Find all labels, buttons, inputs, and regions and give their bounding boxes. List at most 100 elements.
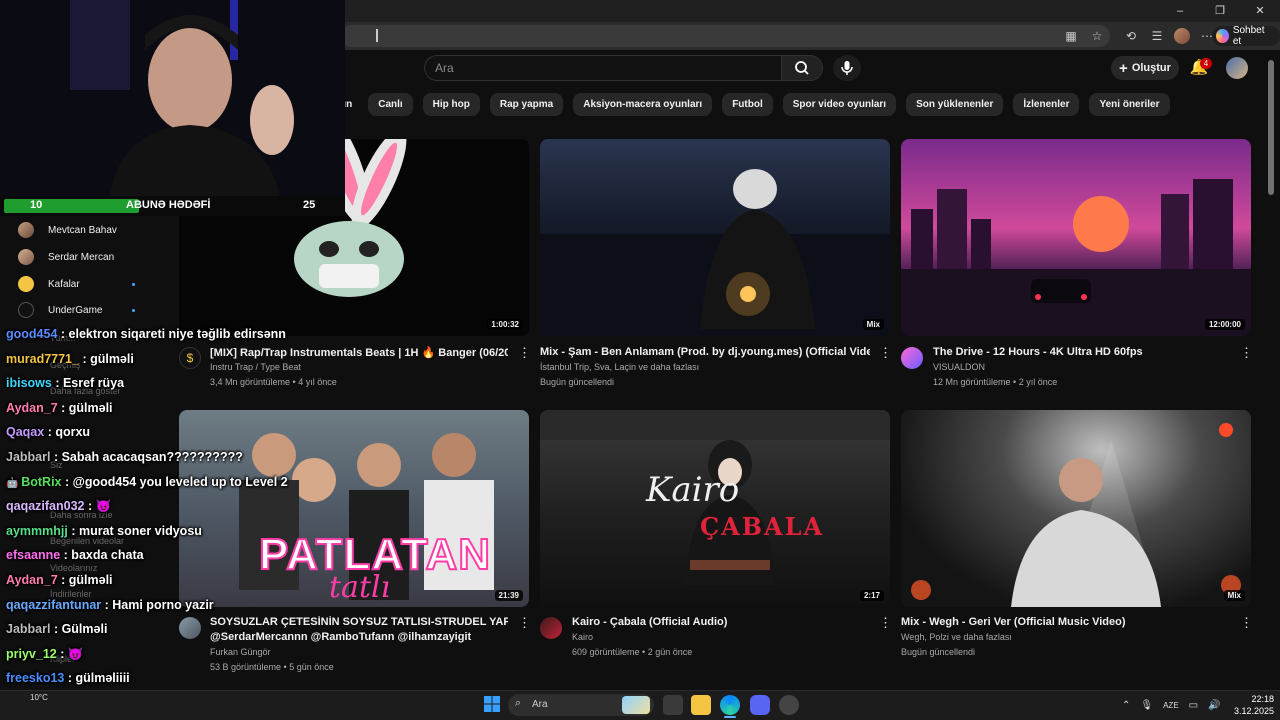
chat-text: : 😈 — [56, 646, 84, 661]
video-title[interactable]: Mix - Wegh - Geri Ver (Official Music Vi… — [901, 616, 1231, 628]
chip-filter[interactable]: Hip hop — [422, 93, 480, 116]
search-button[interactable] — [781, 55, 823, 81]
display-icon[interactable]: ▭ — [1189, 700, 1198, 711]
video-title[interactable]: The Drive - 12 Hours - 4K Ultra HD 60fps — [933, 346, 1233, 358]
video-thumbnail[interactable]: Mix — [540, 139, 890, 336]
video-meta: 3,4 Mn görüntüleme • 4 yıl önce — [210, 377, 337, 387]
sidebar-item-subscription[interactable]: Kafalar — [18, 274, 80, 294]
chip-filter[interactable]: Son yüklenenler — [906, 93, 1004, 116]
video-title[interactable]: SOYSUZLAR ÇETESİNİN SOYSUZ TATLISI-STRUD… — [210, 616, 508, 628]
app-available-icon[interactable]: ▦ — [1062, 27, 1080, 45]
video-title[interactable]: Mix - Şam - Ben Anlamam (Prod. by dj.you… — [540, 346, 870, 358]
video-options-icon[interactable]: ⋮ — [518, 615, 531, 631]
clock-date: 3.12.2025 — [1233, 706, 1274, 716]
chat-text: : Gülməli — [50, 622, 108, 637]
search-input[interactable]: Ara — [424, 55, 782, 81]
toolbar-icons: ▦ ☆ ⟲ ☰ ⋯ — [1062, 27, 1216, 45]
language-indicator[interactable]: AZE — [1163, 701, 1179, 710]
subscriber-goal-bar: 10 ABUNƏ HƏDƏFİ 25 — [0, 196, 345, 216]
video-channel[interactable]: Furkan Güngör — [210, 647, 271, 657]
plus-icon: + — [1119, 59, 1128, 77]
voice-search-button[interactable] — [833, 55, 861, 81]
chat-username: good454 — [6, 327, 58, 341]
video-channel[interactable]: Instru Trap / Type Beat — [210, 362, 301, 372]
extensions-icon[interactable]: ⟲ — [1122, 27, 1140, 45]
sidebar-item[interactable]: Videolarınız — [50, 563, 97, 573]
concert-singer-illustration-icon — [911, 423, 1241, 607]
file-explorer-icon[interactable] — [691, 695, 711, 715]
video-thumbnail[interactable]: 12:00:00 — [901, 139, 1251, 336]
video-meta: Bugün güncellendi — [901, 647, 976, 657]
chat-username: murad7771_ — [6, 351, 79, 366]
chip-filter[interactable]: Aksiyon-macera oyunları — [573, 93, 713, 116]
taskbar-clock[interactable]: 22:18 3.12.2025 — [1228, 693, 1274, 717]
chat-message: efsaanne : baxda chata — [6, 548, 144, 562]
channel-avatar[interactable]: $ — [179, 347, 201, 369]
chat-message: priyv_12 : 😈 — [6, 647, 83, 662]
channel-avatar — [18, 302, 34, 318]
channel-avatar — [18, 276, 34, 292]
chat-username: ibisows — [6, 376, 52, 391]
page-scrollbar[interactable] — [1268, 60, 1274, 195]
chat-message: aymmmhjj : murat soner vidyosu — [6, 524, 202, 538]
edge-browser-icon[interactable] — [720, 695, 740, 715]
discord-icon[interactable] — [750, 695, 770, 715]
windows-start-icon[interactable] — [483, 695, 501, 713]
video-channel[interactable]: VISUALDON — [933, 362, 985, 372]
hooded-man-illustration-icon — [540, 169, 890, 336]
video-channel[interactable]: Wegh, Polzi ve daha fazlası — [901, 632, 1012, 642]
chat-message: qaqazzifantunar : Hami porno yazir — [6, 598, 214, 612]
video-options-icon[interactable]: ⋮ — [518, 345, 531, 361]
chat-message: qaqazifan032 : 😈 — [6, 499, 111, 514]
copilot-button[interactable]: Sohbet et — [1212, 25, 1280, 47]
channel-avatar — [18, 222, 34, 238]
profile-avatar[interactable] — [1174, 28, 1190, 44]
video-duration: Mix — [1223, 590, 1245, 601]
video-title[interactable]: Kairo - Çabala (Official Audio) — [572, 616, 870, 628]
task-view-icon[interactable] — [663, 695, 683, 715]
chat-text: : Sabah acacaqsan?????????? — [50, 450, 243, 464]
minimize-button[interactable]: – — [1160, 0, 1200, 22]
video-thumbnail[interactable]: Mix — [901, 410, 1251, 607]
search-highlight-icon — [622, 696, 650, 714]
channel-avatar[interactable] — [540, 617, 562, 639]
filter-chips: un Canlı Hip hop Rap yapma Aksiyon-macer… — [340, 93, 1170, 116]
chip-filter[interactable]: Yeni öneriler — [1089, 93, 1170, 116]
chevron-up-icon[interactable]: ⌃ — [1122, 700, 1130, 711]
video-channel[interactable]: Kairo — [572, 632, 593, 642]
video-title[interactable]: [MIX] Rap/Trap Instrumentals Beats | 1H … — [210, 346, 508, 359]
channel-avatar[interactable] — [901, 347, 923, 369]
video-options-icon[interactable]: ⋮ — [879, 345, 892, 361]
chip-filter[interactable]: İzlenenler — [1013, 93, 1080, 116]
address-bar[interactable] — [340, 25, 1110, 47]
chip-filter[interactable]: Spor video oyunları — [782, 93, 897, 116]
sidebar-item-subscription[interactable]: Serdar Mercan — [18, 247, 114, 267]
video-thumbnail[interactable]: PATLATAN tatlı 21:39 — [179, 410, 529, 607]
chat-message: Aydan_7 : gülməli — [6, 573, 113, 587]
video-options-icon[interactable]: ⋮ — [1240, 615, 1253, 631]
close-window-button[interactable]: ✕ — [1240, 0, 1280, 22]
video-thumbnail[interactable]: Kairo ÇABALA 2:17 — [540, 410, 890, 607]
chip-filter[interactable]: Rap yapma — [489, 93, 564, 116]
video-options-icon[interactable]: ⋮ — [1240, 345, 1253, 361]
city-drive-illustration-icon — [901, 179, 1251, 336]
chip-filter[interactable]: Canlı — [368, 93, 413, 116]
video-title-line2[interactable]: @SerdarMercannn @RamboTufann @ilhamzayig… — [210, 631, 508, 643]
chat-username: BotRix — [21, 474, 62, 489]
volume-icon[interactable]: 🔊 — [1208, 700, 1220, 711]
create-button[interactable]: + Oluştur — [1111, 56, 1179, 80]
chat-text: : elektron siqareti niye təğlib edirsənn — [57, 327, 286, 341]
video-options-icon[interactable]: ⋮ — [879, 615, 892, 631]
microphone-icon[interactable]: 🎙 — [1140, 700, 1153, 711]
chip-filter[interactable]: Futbol — [722, 93, 773, 116]
maximize-button[interactable]: ❐ — [1200, 0, 1240, 22]
sidebar-item-subscription[interactable]: UnderGame — [18, 300, 102, 320]
sidebar-item-subscription[interactable]: Mevtcan Bahav — [18, 220, 117, 240]
video-channel[interactable]: İstanbul Trip, Sva, Laçin ve daha fazlas… — [540, 362, 699, 372]
weather-widget[interactable]: 10°C — [30, 693, 48, 702]
favorite-star-icon[interactable]: ☆ — [1088, 27, 1106, 45]
channel-avatar[interactable] — [179, 617, 201, 639]
account-avatar[interactable] — [1226, 57, 1248, 79]
recording-app-icon[interactable] — [779, 695, 799, 715]
collections-icon[interactable]: ☰ — [1148, 27, 1166, 45]
